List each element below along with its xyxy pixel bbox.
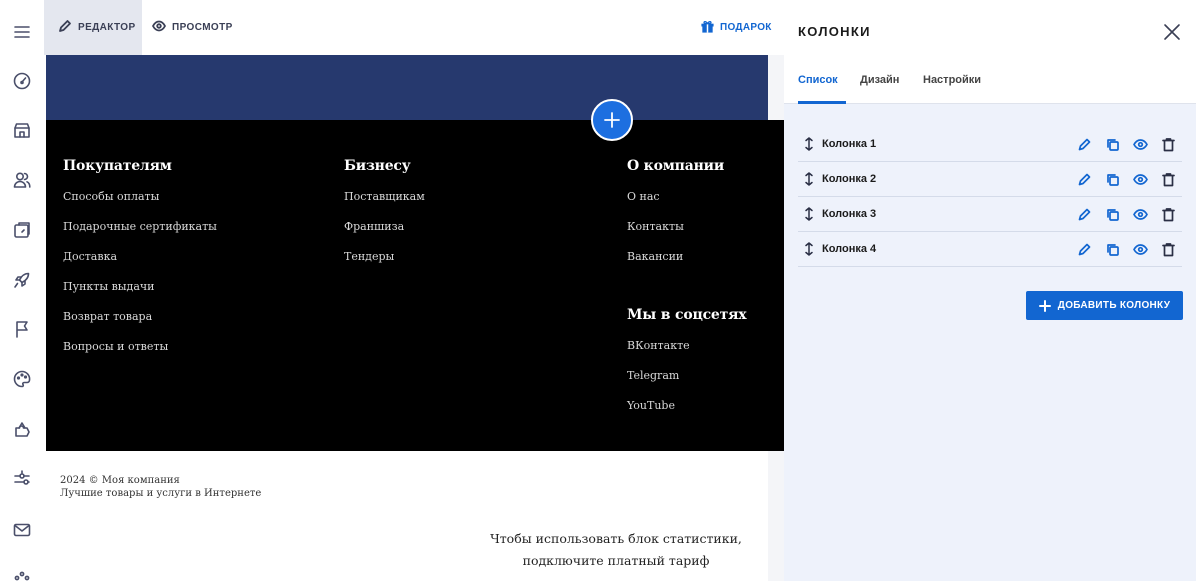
visibility-icon[interactable]	[1133, 207, 1148, 222]
plus-icon	[604, 112, 620, 128]
delete-icon[interactable]	[1161, 137, 1176, 152]
list-item: Колонка 4	[798, 232, 1182, 267]
drag-handle-icon[interactable]	[798, 137, 820, 151]
settings-sliders-icon[interactable]	[0, 461, 44, 497]
footer-social-title: Мы в соцсетях	[627, 307, 747, 323]
pages-icon[interactable]	[0, 212, 44, 248]
footer-link[interactable]: Вопросы и ответы	[63, 339, 217, 369]
puzzle-icon[interactable]	[0, 411, 44, 447]
pencil-icon	[58, 19, 72, 36]
editor-topbar: РЕДАКТОР ПРОСМОТР ПОДАРОК	[44, 0, 784, 55]
footer-link[interactable]: Возврат товара	[63, 309, 217, 339]
footer-column-buyers: Покупателям Способы оплаты Подарочные се…	[63, 158, 217, 369]
footer-social-link[interactable]: YouTube	[627, 398, 746, 428]
edit-icon[interactable]	[1077, 172, 1092, 187]
flag-icon[interactable]	[0, 311, 44, 347]
close-icon	[1164, 24, 1180, 40]
eye-icon	[152, 19, 166, 36]
footer-link[interactable]: Доставка	[63, 249, 217, 279]
palette-icon[interactable]	[0, 361, 44, 397]
footer-link[interactable]: Поставщикам	[344, 189, 425, 219]
footer-link[interactable]: Франшиза	[344, 219, 425, 249]
edit-icon[interactable]	[1077, 207, 1092, 222]
column-label: Колонка 1	[822, 138, 877, 150]
gift-icon	[700, 19, 715, 37]
delete-icon[interactable]	[1161, 242, 1176, 257]
footer-social-link[interactable]: ВКонтакте	[627, 338, 746, 368]
menu-icon[interactable]	[0, 14, 44, 50]
columns-list: Колонка 1 Колонка 2 Колонка 3 Колонка 4	[798, 127, 1182, 267]
duplicate-icon[interactable]	[1105, 137, 1120, 152]
edit-icon[interactable]	[1077, 137, 1092, 152]
gift-label: ПОДАРОК	[720, 22, 772, 33]
mail-icon[interactable]	[0, 512, 44, 548]
footer-link[interactable]: Контакты	[627, 219, 746, 249]
duplicate-icon[interactable]	[1105, 242, 1120, 257]
footer-column-title: Покупателям	[63, 158, 172, 174]
footer-link[interactable]: Пункты выдачи	[63, 279, 217, 309]
store-icon[interactable]	[0, 112, 44, 148]
list-item: Колонка 1	[798, 127, 1182, 162]
panel-title: КОЛОНКИ	[798, 24, 871, 39]
drag-handle-icon[interactable]	[798, 242, 820, 256]
tagline: Лучшие товары и услуги в Интернете	[60, 488, 262, 499]
header-band	[46, 55, 768, 120]
site-canvas: Покупателям Способы оплаты Подарочные се…	[44, 55, 784, 581]
canvas-scroll-gutter-dark	[768, 120, 784, 451]
duplicate-icon[interactable]	[1105, 172, 1120, 187]
list-item: Колонка 3	[798, 197, 1182, 232]
duplicate-icon[interactable]	[1105, 207, 1120, 222]
visibility-icon[interactable]	[1133, 242, 1148, 257]
footer-link[interactable]: О нас	[627, 189, 746, 219]
add-block-button[interactable]	[591, 99, 633, 141]
footer-column-title: Бизнесу	[344, 158, 411, 174]
left-rail	[0, 0, 44, 581]
plus-icon	[1038, 299, 1051, 312]
users-icon[interactable]	[0, 162, 44, 198]
list-item: Колонка 2	[798, 162, 1182, 197]
stats-notice-line: подключите платный тариф	[522, 553, 710, 568]
delete-icon[interactable]	[1161, 207, 1176, 222]
copyright-block: 2024 © Моя компания Лучшие товары и услу…	[46, 451, 768, 581]
rocket-icon[interactable]	[0, 262, 44, 298]
delete-icon[interactable]	[1161, 172, 1176, 187]
tab-editor-label: РЕДАКТОР	[78, 22, 136, 33]
close-panel-button[interactable]	[1160, 20, 1184, 44]
active-tab-indicator	[798, 101, 846, 104]
add-column-button[interactable]: ДОБАВИТЬ КОЛОНКУ	[1026, 291, 1183, 320]
footer-column-title: О компании	[627, 158, 725, 174]
footer-column-company: О компании О нас Контакты Вакансии Мы в …	[627, 158, 747, 428]
footer-column-business: Бизнесу Поставщикам Франшиза Тендеры	[344, 158, 425, 279]
more-icon[interactable]	[0, 560, 44, 581]
drag-handle-icon[interactable]	[798, 172, 820, 186]
dashboard-icon[interactable]	[0, 63, 44, 99]
footer-link[interactable]: Подарочные сертификаты	[63, 219, 217, 249]
columns-panel: КОЛОНКИ Список Дизайн Настройки Колонка …	[784, 0, 1196, 581]
copyright-line: 2024 © Моя компания	[60, 475, 180, 486]
drag-handle-icon[interactable]	[798, 207, 820, 221]
tab-preview-label: ПРОСМОТР	[172, 22, 233, 33]
copyright-text: 2024 © Моя компания Лучшие товары и услу…	[60, 474, 261, 500]
stats-notice-line: Чтобы использовать блок статистики,	[490, 531, 742, 546]
tab-settings[interactable]: Настройки	[923, 74, 981, 86]
column-label: Колонка 2	[822, 173, 877, 185]
tab-list[interactable]: Список	[798, 74, 838, 86]
footer-social-link[interactable]: Telegram	[627, 368, 746, 398]
stats-notice: Чтобы использовать блок статистики, подк…	[456, 528, 776, 572]
gift-button[interactable]: ПОДАРОК	[700, 0, 772, 55]
panel-header: КОЛОНКИ Список Дизайн Настройки	[784, 0, 1196, 104]
tab-design[interactable]: Дизайн	[860, 74, 899, 86]
edit-icon[interactable]	[1077, 242, 1092, 257]
column-label: Колонка 4	[822, 243, 877, 255]
site-footer: Покупателям Способы оплаты Подарочные се…	[46, 120, 784, 451]
footer-link[interactable]: Способы оплаты	[63, 189, 217, 219]
add-column-label: ДОБАВИТЬ КОЛОНКУ	[1057, 300, 1171, 311]
footer-link[interactable]: Вакансии	[627, 249, 746, 279]
visibility-icon[interactable]	[1133, 137, 1148, 152]
tab-editor[interactable]: РЕДАКТОР	[44, 0, 142, 55]
tab-preview[interactable]: ПРОСМОТР	[152, 0, 233, 55]
visibility-icon[interactable]	[1133, 172, 1148, 187]
column-label: Колонка 3	[822, 208, 877, 220]
footer-link[interactable]: Тендеры	[344, 249, 425, 279]
